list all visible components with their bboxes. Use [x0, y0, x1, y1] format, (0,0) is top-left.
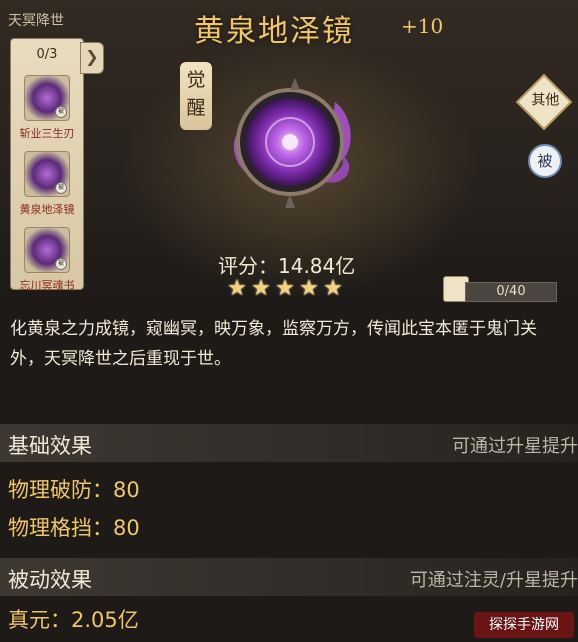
- base-effects-note: 可通过升星提升: [452, 436, 578, 457]
- passive-effects-title: 被动效果: [8, 568, 92, 592]
- stat-physical-block: 物理格挡：80: [8, 516, 140, 540]
- collapse-arrow-icon[interactable]: ❯: [80, 42, 104, 74]
- sidebar-item-label: 忘川冥魂书: [19, 279, 75, 292]
- base-effects-title: 基础效果: [8, 434, 92, 458]
- shard-progress-text: 0/40: [496, 284, 526, 299]
- others-label: 其他: [531, 92, 560, 109]
- blade-thumbnail: 被: [24, 75, 70, 121]
- sidebar-item-mirror[interactable]: 被 黄泉地泽镜: [19, 151, 75, 217]
- sidebar-item-label: 斩业三生刃: [19, 127, 75, 140]
- set-sidebar: 0/3 被 斩业三生刃 被 黄泉地泽镜 被 忘川冥魂书: [10, 38, 84, 293]
- set-count: 0/3: [36, 47, 58, 62]
- book-thumbnail: 被: [24, 227, 70, 273]
- mirror-artwork: [233, 78, 351, 208]
- star-icon: ★: [251, 276, 271, 301]
- site-watermark: 探探手游网: [474, 612, 574, 638]
- passive-badge-icon: 被: [55, 182, 67, 194]
- item-name: 黄泉地泽镜: [194, 14, 354, 49]
- item-level: +10: [401, 14, 444, 38]
- passive-effects-note: 可通过注灵/升星提升: [409, 570, 578, 591]
- passive-effects-header: 被动效果 可通过注灵/升星提升: [0, 558, 578, 596]
- awaken-tag[interactable]: 觉醒: [180, 62, 212, 130]
- base-effects-header: 基础效果 可通过升星提升: [0, 424, 578, 462]
- set-title: 天冥降世: [8, 13, 64, 29]
- shard-progress-bar: 0/40: [465, 282, 557, 302]
- star-icon: ★: [299, 276, 319, 301]
- star-icon: ★: [227, 276, 247, 301]
- star-icon: ★: [275, 276, 295, 301]
- star-icon: ★: [323, 276, 343, 301]
- mirror-thumbnail: 被: [24, 151, 70, 197]
- passive-badge-icon: 被: [55, 106, 67, 118]
- sidebar-item-blade[interactable]: 被 斩业三生刃: [19, 75, 75, 141]
- stat-physical-break: 物理破防：80: [8, 478, 140, 502]
- score-text: 评分：14.84亿: [218, 254, 356, 278]
- star-rating: ★ ★ ★ ★ ★: [226, 278, 346, 300]
- sidebar-item-book[interactable]: 被 忘川冥魂书: [19, 227, 75, 293]
- passive-button[interactable]: 被: [528, 144, 562, 178]
- stat-true-essence: 真元：2.05亿: [8, 608, 139, 632]
- item-description: 化黄泉之力成镜，窥幽冥，映万象，监察万方，传闻此宝本匿于鬼门关外，天冥降世之后重…: [10, 319, 537, 369]
- sidebar-item-label: 黄泉地泽镜: [19, 203, 75, 216]
- passive-badge-icon: 被: [55, 258, 67, 270]
